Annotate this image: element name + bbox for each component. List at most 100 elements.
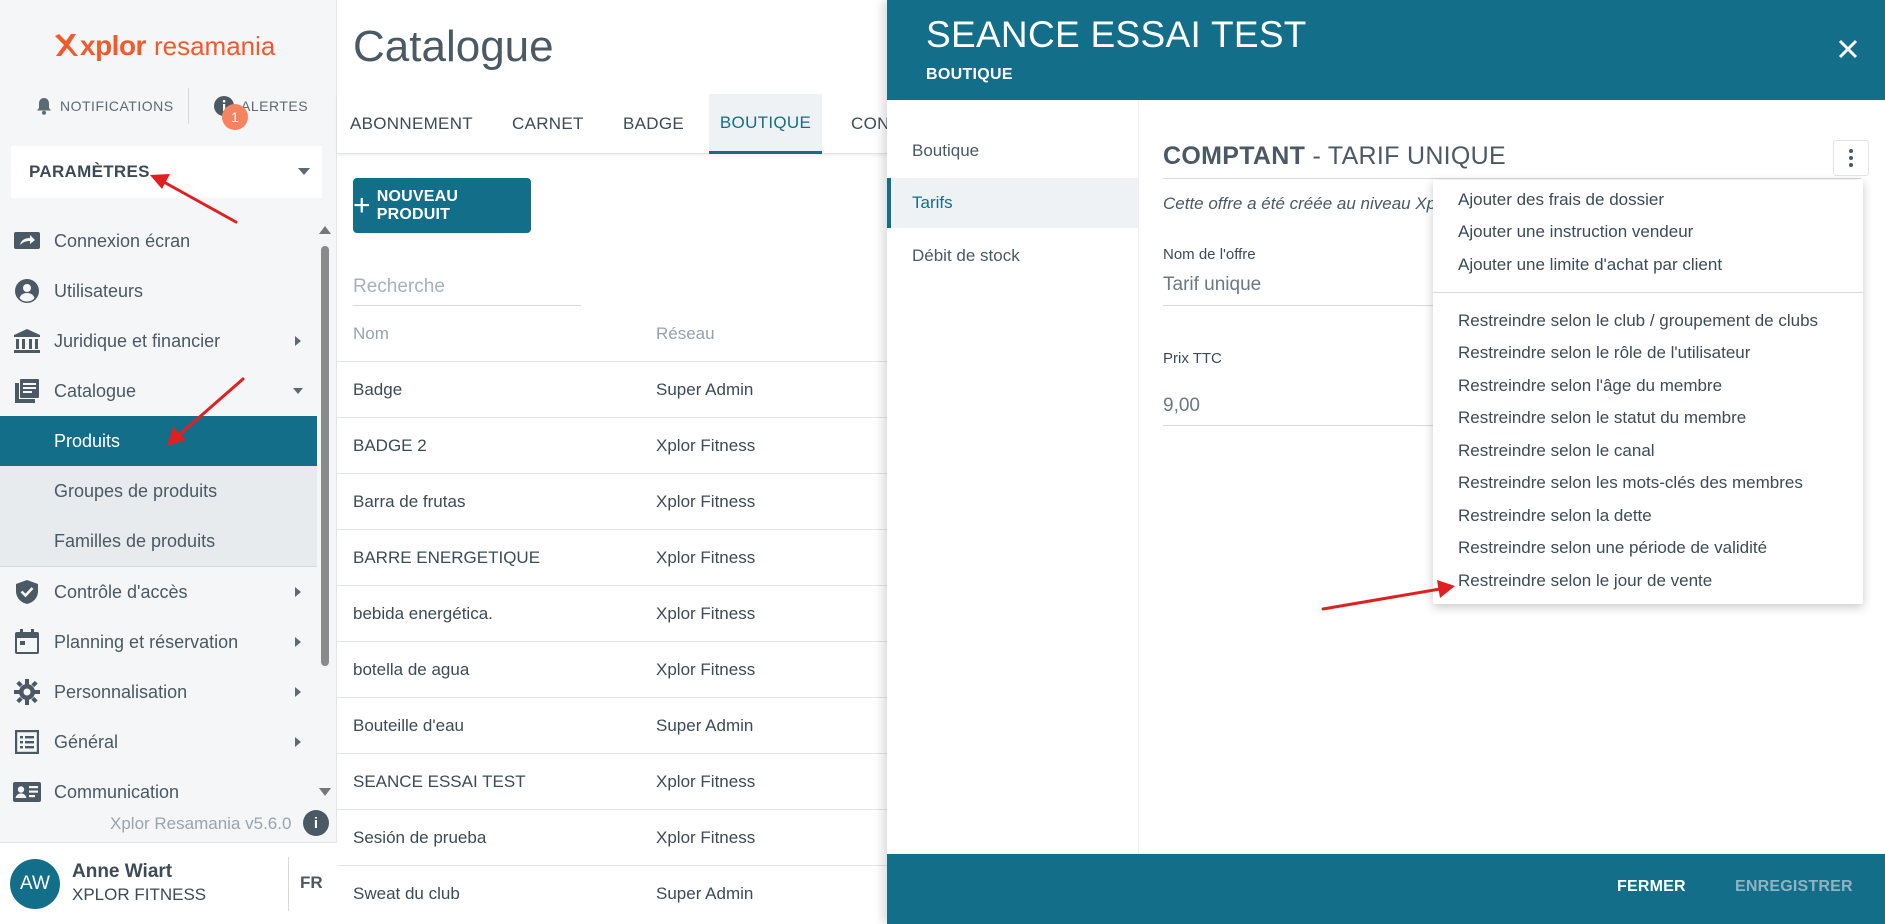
tab-badge[interactable]: BADGE <box>623 94 684 154</box>
menu-item-restrict-validity[interactable]: Restreindre selon une période de validit… <box>1458 538 1767 558</box>
settings-dropdown[interactable]: PARAMÈTRES <box>11 146 322 198</box>
sidebar-item-users[interactable]: Utilisateurs <box>0 266 317 316</box>
search-input[interactable] <box>353 268 581 306</box>
tab-shop[interactable]: BOUTIQUE <box>709 94 822 154</box>
chevron-down-icon <box>293 388 303 394</box>
xplor-logo-icon <box>55 34 78 56</box>
price-label: Prix TTC <box>1163 350 1222 367</box>
brand-logo[interactable]: xplor resamania <box>52 26 275 66</box>
top-tabs: NOTIFICATIONS ALERTES 1 <box>0 86 337 130</box>
sidebar-nav: Connexion écran Utilisateurs Juridique e… <box>0 216 317 817</box>
table-row[interactable]: BADGE 2 Xplor Fitness <box>337 418 887 474</box>
chevron-right-icon <box>295 587 301 597</box>
menu-item-add-seller-instruction[interactable]: Ajouter une instruction vendeur <box>1458 222 1693 242</box>
tab-subscription[interactable]: ABONNEMENT <box>350 94 473 154</box>
sidebar-item-legal-financial[interactable]: Juridique et financier <box>0 316 317 366</box>
offer-name-field[interactable]: Tarif unique <box>1163 274 1261 296</box>
catalogue-tabs: ABONNEMENT CARNET BADGE BOUTIQUE CON <box>337 94 890 154</box>
sidebar-item-label: Contrôle d'accès <box>54 581 188 602</box>
version-info-icon[interactable]: i <box>303 810 329 836</box>
alerts-label: ALERTES <box>241 98 309 114</box>
drawer-subtitle: BOUTIQUE <box>926 66 1013 83</box>
new-product-button[interactable]: + NOUVEAU PRODUIT <box>353 178 531 233</box>
user-circle-icon <box>12 278 42 304</box>
cell-name: Sweat du club <box>353 884 460 903</box>
gear-icon <box>12 679 42 705</box>
price-field[interactable]: 9,00 <box>1163 395 1200 417</box>
avatar[interactable]: AW <box>10 859 60 909</box>
drawer-nav-shop[interactable]: Boutique <box>887 126 1138 176</box>
user-bar: AW Anne Wiart XPLOR FITNESS FR <box>0 842 337 924</box>
cell-name: Badge <box>353 379 403 399</box>
table-row[interactable]: bebida energética. Xplor Fitness <box>337 586 887 642</box>
price-underline <box>1163 425 1463 426</box>
tab-truncated[interactable]: CON <box>851 94 890 154</box>
table-row[interactable]: Badge Super Admin <box>337 362 887 418</box>
sidebar-item-screen-connection[interactable]: Connexion écran <box>0 216 317 266</box>
cell-network: Xplor Fitness <box>656 771 756 791</box>
drawer-nav: Boutique Tarifs Débit de stock <box>887 100 1139 854</box>
calendar-icon <box>12 629 42 655</box>
cell-network: Xplor Fitness <box>656 603 756 623</box>
offer-origin-note: Cette offre a été créée au niveau Xp <box>1163 194 1437 213</box>
column-header-name[interactable]: Nom <box>353 324 656 344</box>
sidebar-subitem-product-groups[interactable]: Groupes de produits <box>0 466 317 516</box>
offer-type: COMPTANT <box>1163 142 1306 170</box>
menu-item-restrict-status[interactable]: Restreindre selon le statut du membre <box>1458 408 1746 428</box>
table-row[interactable]: Sesión de prueba Xplor Fitness <box>337 810 887 866</box>
close-button[interactable]: FERMER <box>1617 878 1686 896</box>
sidebar-subitem-products[interactable]: Produits <box>0 416 317 466</box>
app-version: Xplor Resamania v5.6.0 <box>110 814 292 833</box>
sidebar-item-catalogue[interactable]: Catalogue <box>0 366 317 416</box>
new-product-label: NOUVEAU PRODUIT <box>376 187 459 223</box>
menu-item-restrict-club[interactable]: Restreindre selon le club / groupement d… <box>1458 311 1818 331</box>
menu-item-add-fees[interactable]: Ajouter des frais de dossier <box>1458 190 1664 210</box>
tab-carnet[interactable]: CARNET <box>512 94 584 154</box>
table-row[interactable]: botella de agua Xplor Fitness <box>337 642 887 698</box>
scroll-up-arrow-icon[interactable] <box>319 226 331 234</box>
chevron-right-icon <box>295 737 301 747</box>
menu-divider <box>1433 292 1863 293</box>
menu-item-restrict-keywords[interactable]: Restreindre selon les mots-clés des memb… <box>1458 473 1803 493</box>
sidebar-scrollbar[interactable] <box>319 222 331 796</box>
table-row[interactable]: Bouteille d'eau Super Admin <box>337 698 887 754</box>
menu-item-restrict-debt[interactable]: Restreindre selon la dette <box>1458 506 1652 526</box>
menu-item-restrict-age[interactable]: Restreindre selon l'âge du membre <box>1458 376 1722 396</box>
menu-item-restrict-sale-day[interactable]: Restreindre selon le jour de vente <box>1458 571 1712 591</box>
sidebar-item-general[interactable]: Général <box>0 717 317 767</box>
table-row[interactable]: Barra de frutas Xplor Fitness <box>337 474 887 530</box>
notifications-tab[interactable]: NOTIFICATIONS <box>34 96 174 116</box>
chevron-down-icon <box>298 168 310 175</box>
sidebar-item-planning[interactable]: Planning et réservation <box>0 617 317 667</box>
menu-item-restrict-channel[interactable]: Restreindre selon le canal <box>1458 441 1655 461</box>
save-button[interactable]: ENREGISTRER <box>1735 878 1853 896</box>
menu-item-add-purchase-limit[interactable]: Ajouter une limite d'achat par client <box>1458 255 1722 275</box>
logo-text-resamania: resamania <box>153 30 276 61</box>
cell-name: BARRE ENERGETIQUE <box>353 547 541 567</box>
scroll-down-arrow-icon[interactable] <box>319 788 331 796</box>
sidebar-item-communication[interactable]: Communication <box>0 767 317 817</box>
sidebar-item-customization[interactable]: Personnalisation <box>0 667 317 717</box>
cell-name: Bouteille d'eau <box>353 715 464 735</box>
sidebar-item-access-control[interactable]: Contrôle d'accès <box>0 567 317 617</box>
sidebar-item-label: Utilisateurs <box>54 280 144 301</box>
table-row[interactable]: SEANCE ESSAI TEST Xplor Fitness <box>337 754 887 810</box>
table-row[interactable]: BARRE ENERGETIQUE Xplor Fitness <box>337 530 887 586</box>
close-icon[interactable] <box>1833 34 1863 64</box>
table-row[interactable]: Sweat du club Super Admin <box>337 866 887 922</box>
sidebar-subitem-product-families[interactable]: Familles de produits <box>0 516 317 566</box>
bank-icon <box>12 328 42 354</box>
more-options-icon[interactable] <box>1833 140 1869 176</box>
menu-item-restrict-role[interactable]: Restreindre selon le rôle de l'utilisate… <box>1458 343 1750 363</box>
column-header-network[interactable]: Réseau <box>656 324 886 344</box>
cell-network: Xplor Fitness <box>656 547 756 567</box>
drawer-nav-pricing[interactable]: Tarifs <box>887 178 1138 228</box>
drawer-nav-stock-debit[interactable]: Débit de stock <box>887 231 1138 281</box>
cell-name: botella de agua <box>353 659 470 679</box>
cell-network: Super Admin <box>656 379 754 399</box>
language-switch[interactable]: FR <box>300 873 323 893</box>
sidebar-item-label: Général <box>54 731 119 752</box>
cell-network: Super Admin <box>656 884 754 903</box>
scroll-thumb[interactable] <box>321 246 329 666</box>
offer-name-title: - TARIF UNIQUE <box>1305 142 1507 170</box>
